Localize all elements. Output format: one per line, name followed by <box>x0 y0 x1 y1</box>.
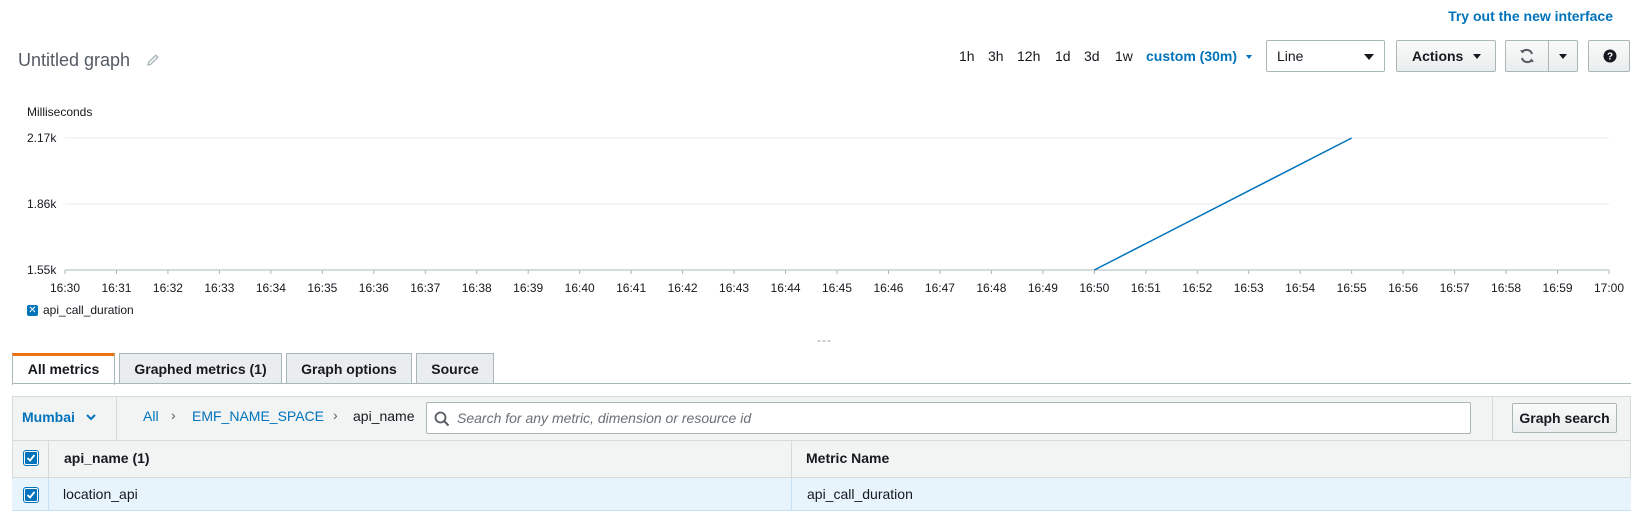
breadcrumb-all[interactable]: All <box>143 408 159 424</box>
x-tick-label: 16:48 <box>976 281 1006 295</box>
range-3h[interactable]: 3h <box>988 48 1004 64</box>
y-axis-ticks: 1.55k 1.86k 2.17k <box>27 131 57 277</box>
y-tick-label: 1.55k <box>27 263 57 277</box>
chevron-right-icon: › <box>171 407 176 423</box>
tab-graph-options[interactable]: Graph options <box>286 353 412 384</box>
chevron-right-icon: › <box>333 407 338 423</box>
refresh-icon <box>1520 48 1534 64</box>
tab-graphed-metrics[interactable]: Graphed metrics (1) <box>119 353 282 384</box>
x-tick-label: 16:36 <box>359 281 389 295</box>
chevron-down-icon[interactable] <box>84 410 98 424</box>
chart-grid <box>65 137 1609 271</box>
x-tick-label: 16:33 <box>204 281 234 295</box>
range-3d[interactable]: 3d <box>1084 48 1100 64</box>
x-tick-label: 16:39 <box>513 281 543 295</box>
x-tick-label: 16:59 <box>1543 281 1573 295</box>
actions-button[interactable]: Actions <box>1396 40 1496 72</box>
x-tick-label: 16:31 <box>101 281 131 295</box>
breadcrumb-current: api_name <box>353 408 415 424</box>
x-tick-label: 16:56 <box>1388 281 1418 295</box>
line-chart: Milliseconds 1.55k1.86k2.17k 16:30 16:31 1… <box>27 105 1624 295</box>
x-tick-label: 16:49 <box>1028 281 1058 295</box>
cell-metric-name: api_call_duration <box>807 486 913 502</box>
x-tick-label: 16:30 <box>50 281 80 295</box>
try-new-interface-link[interactable]: Try out the new interface <box>1448 8 1613 24</box>
column-divider <box>791 441 792 478</box>
column-header-api-name[interactable]: api_name (1) <box>64 450 150 466</box>
x-tick-label: 16:38 <box>462 281 492 295</box>
refresh-options-button[interactable] <box>1548 40 1578 72</box>
x-tick-label: 16:46 <box>873 281 903 295</box>
x-tick-label: 16:58 <box>1491 281 1521 295</box>
column-divider <box>791 478 792 511</box>
x-tick-label: 16:52 <box>1182 281 1212 295</box>
region-select[interactable]: Mumbai <box>22 409 75 425</box>
x-tick-label: 16:44 <box>771 281 801 295</box>
caret-down-icon <box>1364 54 1374 60</box>
check-icon <box>26 454 36 462</box>
resize-handle[interactable]: --- <box>817 333 832 347</box>
cell-api-name: location_api <box>63 486 138 502</box>
graph-search-button[interactable]: Graph search <box>1512 403 1617 433</box>
y-axis-label: Milliseconds <box>27 105 92 119</box>
x-tick-label: 16:51 <box>1131 281 1161 295</box>
x-tick-label: 16:43 <box>719 281 749 295</box>
pencil-icon[interactable] <box>145 52 161 68</box>
graph-search-label: Graph search <box>1519 410 1610 426</box>
help-button[interactable]: ? <box>1588 40 1630 72</box>
x-tick-label: 16:53 <box>1234 281 1264 295</box>
column-header-metric-name[interactable]: Metric Name <box>806 450 889 466</box>
x-tick-label: 16:32 <box>153 281 183 295</box>
legend-checkbox[interactable]: ✕ <box>27 305 38 316</box>
divider <box>1492 396 1493 441</box>
y-tick-label: 2.17k <box>27 131 57 145</box>
refresh-button[interactable] <box>1505 40 1549 72</box>
x-tick-label: 16:57 <box>1440 281 1470 295</box>
range-1w[interactable]: 1w <box>1115 48 1133 64</box>
search-input[interactable] <box>455 404 1459 432</box>
x-tick-label: 16:34 <box>256 281 286 295</box>
caret-down-icon <box>1473 54 1481 59</box>
actions-label: Actions <box>1412 48 1464 64</box>
caret-down-icon <box>1559 54 1567 59</box>
graph-type-select[interactable]: Line <box>1266 40 1385 72</box>
caret-down-icon <box>1245 55 1252 60</box>
range-12h[interactable]: 12h <box>1017 48 1040 64</box>
range-custom-label: custom (30m) <box>1146 48 1238 64</box>
check-icon <box>26 491 36 499</box>
x-tick-label: 16:47 <box>925 281 955 295</box>
legend-label: api_call_duration <box>43 303 134 317</box>
range-1h[interactable]: 1h <box>959 48 975 64</box>
tab-divider <box>12 383 1631 384</box>
x-tick-label: 16:42 <box>668 281 698 295</box>
search-icon <box>434 411 450 427</box>
select-all-checkbox[interactable] <box>23 450 39 466</box>
x-tick-label: 16:50 <box>1079 281 1109 295</box>
x-tick-label: 16:40 <box>565 281 595 295</box>
x-tick-label: 16:41 <box>616 281 646 295</box>
breadcrumb-namespace[interactable]: EMF_NAME_SPACE <box>192 408 324 424</box>
column-divider <box>48 478 49 511</box>
range-custom[interactable]: custom (30m) <box>1146 48 1252 64</box>
x-tick-label: 17:00 <box>1594 281 1624 295</box>
tab-all-metrics[interactable]: All metrics <box>12 353 115 385</box>
x-tick-label: 16:45 <box>822 281 852 295</box>
graph-title: Untitled graph <box>18 50 131 70</box>
graph-type-value: Line <box>1277 48 1304 64</box>
x-axis-ticks: 16:30 16:31 16:32 16:33 16:34 16:35 16:36 16:37… <box>50 270 1624 295</box>
svg-text:?: ? <box>1607 52 1613 63</box>
x-tick-label: 16:37 <box>410 281 440 295</box>
range-1d[interactable]: 1d <box>1055 48 1071 64</box>
help-icon: ? <box>1603 49 1617 63</box>
y-tick-label: 1.86k <box>27 197 57 211</box>
tab-source[interactable]: Source <box>416 353 494 384</box>
x-tick-label: 16:54 <box>1285 281 1315 295</box>
row-checkbox[interactable] <box>23 487 39 503</box>
x-tick-label: 16:55 <box>1337 281 1367 295</box>
column-divider <box>48 441 49 478</box>
divider <box>116 396 117 441</box>
x-tick-label: 16:35 <box>307 281 337 295</box>
